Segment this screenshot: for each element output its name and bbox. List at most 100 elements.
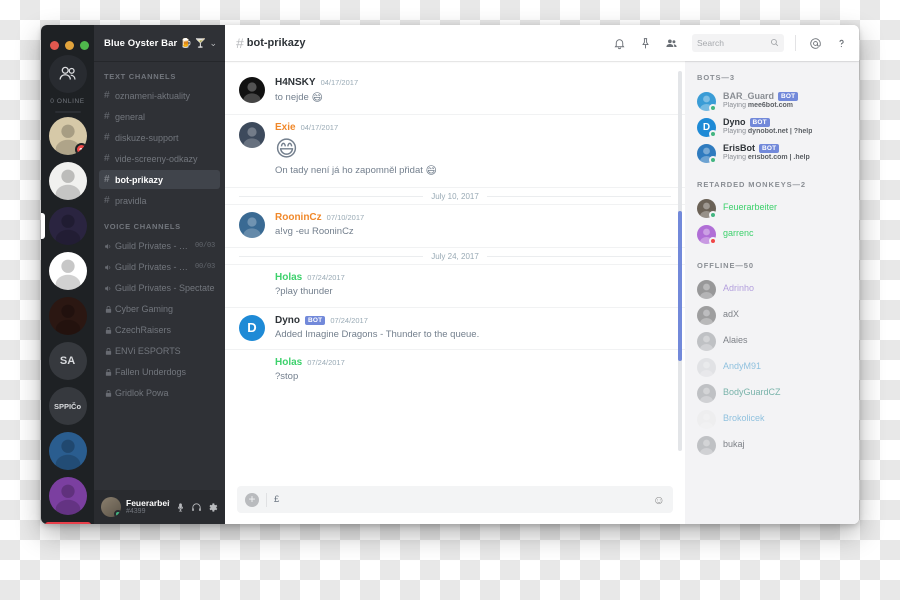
voice-channel-item-1[interactable]: Guild Privates - Tea...00/03 [99,257,220,276]
voice-channel-item-2[interactable]: Guild Privates - Spectate [99,278,220,297]
avatar[interactable] [697,305,716,325]
gear-icon[interactable] [207,502,218,513]
member-item[interactable]: AndyM91 [685,354,859,380]
message-header: Holas 07/24/2017 [275,272,671,283]
member-item[interactable]: Alaies [685,328,859,354]
text-channels-category[interactable]: TEXT CHANNELS [94,72,225,81]
server-sppico[interactable]: SPPIČo [48,387,87,425]
member-group-label: RETARDED MONKEYS—2 [697,180,806,189]
server-sa[interactable]: SA [48,342,87,380]
message-author[interactable]: Dyno [275,315,300,326]
avatar[interactable] [697,143,717,164]
voice-channel-item-7[interactable]: Gridlok Powa [99,383,220,402]
avatar[interactable] [697,435,716,455]
minimize-button[interactable] [65,40,74,50]
message-author[interactable]: RooninCz [275,212,322,223]
channel-item-vide-screeny-odkazy[interactable]: # vide-screeny-odkazy [99,149,220,168]
member-item[interactable]: bukaj [685,432,859,458]
channel-item-pravidla[interactable]: # pravidla [99,191,220,210]
search-icon[interactable] [770,34,779,52]
pin-icon[interactable] [639,37,652,50]
avatar-exie[interactable] [239,121,265,148]
message-author[interactable]: Holas [275,357,302,368]
voice-channel-item-6[interactable]: Fallen Underdogs [99,362,220,381]
message-input[interactable] [274,494,646,505]
member-item[interactable]: ErisBot BOT Playing erisbot.com | .help [685,140,859,166]
members-icon[interactable] [665,37,678,50]
channel-item-diskuze-support[interactable]: # diskuze-support [99,128,220,147]
close-button[interactable] [50,40,59,50]
voice-channel-item-4[interactable]: CzechRaisers [99,320,220,339]
emoji-icon[interactable]: ☺ [653,493,665,507]
message-item[interactable]: Holas 07/24/2017 ?play thunder [225,263,685,307]
avatar[interactable]: D [697,117,717,138]
message-item[interactable]: Exie 04/17/2017 😄 On tady není já ho zapomn… [225,113,685,187]
message-list[interactable]: H4NSKY 04/17/2017 to nejde 😄 Exie 04/17/2017… [225,61,685,479]
avatar-holas-2[interactable] [239,357,265,384]
server-monkey[interactable] [48,162,87,200]
avatar[interactable] [101,497,121,517]
message-item[interactable]: RooninCz 07/10/2017 a!vg -eu RooninCz [225,203,685,247]
server-purple-orb[interactable] [48,477,87,515]
add-attachment-icon[interactable]: + [245,492,259,507]
voice-channel-item-3[interactable]: Cyber Gaming [99,299,220,318]
avatar-dyno[interactable]: D [239,314,265,341]
avatar[interactable] [697,331,716,351]
scrollbar-thumb[interactable] [678,211,682,361]
member-item[interactable]: Adrinho [685,276,859,302]
avatar[interactable] [697,279,716,299]
member-item[interactable]: adX [685,302,859,328]
member-item[interactable]: Brokolicek [685,406,859,432]
message-item[interactable]: Holas 07/24/2017 ?stop [225,349,685,392]
message-item[interactable]: D Dyno BOT 07/24/2017 Added Imagine Dragons … [225,306,685,350]
mention-icon[interactable] [809,37,822,50]
help-icon[interactable] [835,37,848,50]
server-moon-girl[interactable] [48,432,87,470]
chevron-down-icon[interactable]: ⌄ [209,38,217,49]
channel-item-oznameni-aktuality[interactable]: # oznameni-aktuality [99,86,220,105]
server-gentleman[interactable]: 1 [48,117,87,155]
avatar[interactable] [697,198,717,219]
member-item[interactable]: Feuerarbeiter [685,195,859,221]
message-author[interactable]: H4NSKY [275,77,316,88]
message-item[interactable]: H4NSKY 04/17/2017 to nejde 😄 [225,70,685,114]
server-manx[interactable] [48,297,87,335]
voice-channel-item-0[interactable]: Guild Privates - Tea...00/03 [99,236,220,255]
avatar-holas[interactable] [239,271,265,298]
member-sidebar[interactable]: BOTS—3 BAR_Guard BOT Playing mee6bot.com D Dy… [685,61,859,524]
channel-item-general[interactable]: # general [99,107,220,126]
friends-icon[interactable] [48,55,87,93]
avatar-roonincz[interactable] [239,211,265,238]
server-flame[interactable] [48,252,87,290]
avatar[interactable] [697,409,716,429]
microphone-icon[interactable] [175,502,186,513]
channel-scroll-area[interactable]: TEXT CHANNELS # oznameni-aktuality # genera… [94,61,225,490]
message-timestamp: 07/24/2017 [307,272,345,282]
new-download-button[interactable]: NEW ↓ [44,522,91,524]
member-item[interactable]: BAR_Guard BOT Playing mee6bot.com [685,88,859,114]
channel-item-bot-prikazy[interactable]: # bot-prikazy [99,170,220,189]
search-box[interactable] [692,34,784,52]
avatar-h4nsky[interactable] [239,77,265,103]
message-author[interactable]: Holas [275,272,302,283]
headphones-icon[interactable] [191,502,202,513]
avatar[interactable] [697,383,716,403]
voice-channels-category[interactable]: VOICE CHANNELS [94,222,225,231]
member-status-prefix: Playing [723,154,748,162]
bell-icon[interactable] [613,37,626,50]
server-blue-oyster-bar[interactable] [48,207,87,245]
voice-channel-item-5[interactable]: ENVi ESPORTS [99,341,220,360]
search-input[interactable] [697,38,770,48]
member-item[interactable]: D Dyno BOT Playing dynobot.net | ?help [685,114,859,140]
bot-badge: BOT [778,91,799,101]
avatar[interactable] [697,357,716,377]
avatar[interactable] [697,91,717,112]
guild-header[interactable]: Blue Oyster Bar 🍺 🍸 ⌄ [94,25,225,61]
message-author[interactable]: Exie [275,122,296,133]
avatar[interactable] [697,224,717,245]
message-composer[interactable]: + ☺ [237,486,673,513]
member-item[interactable]: garrenc [685,221,859,247]
maximize-button[interactable] [80,40,89,50]
server-initials: SPPIČo [53,401,82,411]
member-item[interactable]: BodyGuardCZ [685,380,859,406]
